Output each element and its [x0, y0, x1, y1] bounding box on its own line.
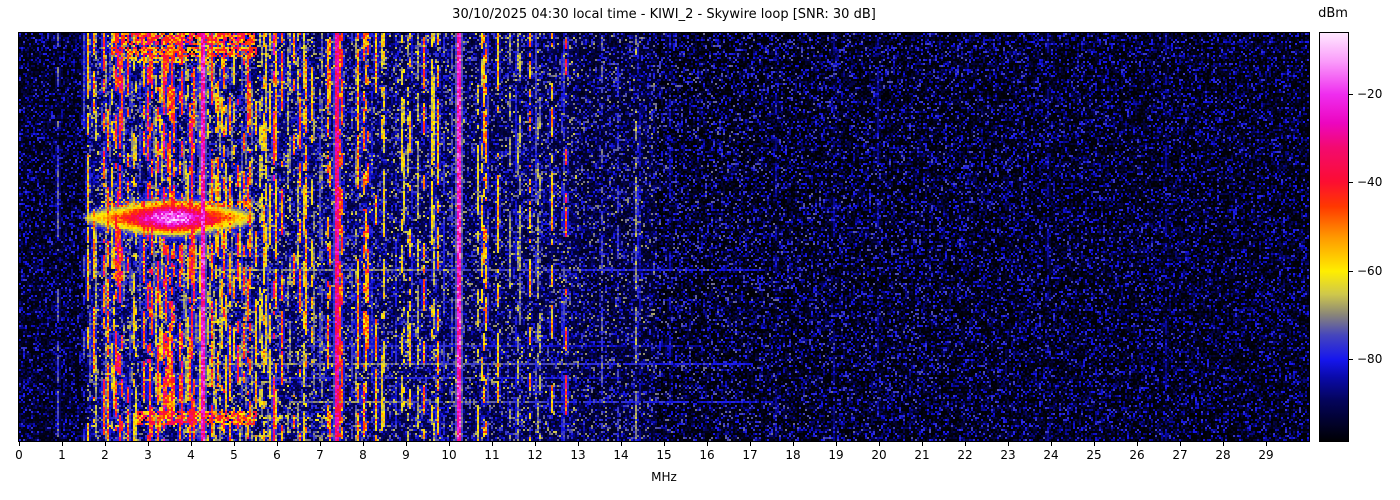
x-tick-label: 1	[58, 448, 66, 462]
x-tick-mark	[277, 442, 278, 446]
x-tick-label: 18	[785, 448, 801, 462]
x-tick-mark	[62, 442, 63, 446]
x-tick-mark	[148, 442, 149, 446]
x-tick-label: 23	[1000, 448, 1016, 462]
x-tick-label: 7	[316, 448, 324, 462]
colorbar-tick-label: −40	[1357, 174, 1383, 189]
x-tick-label: 8	[359, 448, 367, 462]
x-axis-label: MHz	[651, 470, 677, 484]
x-tick-label: 12	[527, 448, 543, 462]
x-tick-label: 3	[144, 448, 152, 462]
x-tick-mark	[793, 442, 794, 446]
x-tick-label: 28	[1215, 448, 1231, 462]
x-tick-label: 15	[656, 448, 672, 462]
x-tick-label: 29	[1258, 448, 1274, 462]
x-tick-mark	[965, 442, 966, 446]
colorbar-tick-label: −20	[1357, 86, 1383, 101]
x-tick-mark	[1094, 442, 1095, 446]
x-tick-label: 5	[230, 448, 238, 462]
x-tick-label: 21	[914, 448, 930, 462]
x-tick-label: 11	[484, 448, 500, 462]
x-tick-mark	[406, 442, 407, 446]
x-tick-mark	[836, 442, 837, 446]
x-tick-mark	[707, 442, 708, 446]
x-tick-mark	[234, 442, 235, 446]
colorbar-tick-mark	[1349, 181, 1353, 183]
x-tick-label: 22	[957, 448, 973, 462]
x-tick-mark	[1051, 442, 1052, 446]
x-tick-mark	[621, 442, 622, 446]
chart-title: 30/10/2025 04:30 local time - KIWI_2 - S…	[452, 7, 876, 22]
x-tick-mark	[578, 442, 579, 446]
x-tick-label: 20	[871, 448, 887, 462]
x-tick-mark	[19, 442, 20, 446]
x-tick-mark	[1008, 442, 1009, 446]
x-tick-mark	[1137, 442, 1138, 446]
colorbar-tick-mark	[1349, 271, 1353, 273]
x-tick-mark	[1266, 442, 1267, 446]
x-tick-mark	[664, 442, 665, 446]
x-tick-label: 26	[1129, 448, 1145, 462]
x-tick-label: 0	[15, 448, 23, 462]
x-tick-mark	[492, 442, 493, 446]
x-tick-label: 4	[187, 448, 195, 462]
x-tick-mark	[363, 442, 364, 446]
x-tick-mark	[879, 442, 880, 446]
x-tick-label: 17	[742, 448, 758, 462]
x-tick-label: 13	[570, 448, 586, 462]
colorbar-tick-mark	[1349, 93, 1353, 95]
x-tick-label: 24	[1043, 448, 1059, 462]
x-tick-mark	[320, 442, 321, 446]
x-tick-label: 6	[273, 448, 281, 462]
colorbar-tick-mark	[1349, 359, 1353, 361]
x-tick-mark	[1180, 442, 1181, 446]
x-tick-label: 16	[699, 448, 715, 462]
colorbar-label: dBm	[1318, 6, 1348, 21]
colorbar-tick-label: −60	[1357, 264, 1383, 279]
colorbar	[1319, 32, 1349, 442]
x-tick-label: 10	[441, 448, 457, 462]
x-tick-mark	[1223, 442, 1224, 446]
x-tick-label: 27	[1172, 448, 1188, 462]
spectrogram-figure: 30/10/2025 04:30 local time - KIWI_2 - S…	[0, 0, 1400, 500]
x-tick-mark	[191, 442, 192, 446]
x-tick-mark	[750, 442, 751, 446]
plot-frame	[18, 32, 1310, 442]
x-tick-label: 25	[1086, 448, 1102, 462]
colorbar-tick-label: −80	[1357, 352, 1383, 367]
x-tick-mark	[449, 442, 450, 446]
x-tick-label: 14	[613, 448, 629, 462]
x-tick-mark	[922, 442, 923, 446]
x-tick-label: 9	[402, 448, 410, 462]
x-tick-label: 2	[101, 448, 109, 462]
x-tick-mark	[105, 442, 106, 446]
colorbar-gradient	[1320, 33, 1348, 441]
x-tick-mark	[535, 442, 536, 446]
waterfall-heatmap	[19, 33, 1309, 441]
x-tick-label: 19	[828, 448, 844, 462]
